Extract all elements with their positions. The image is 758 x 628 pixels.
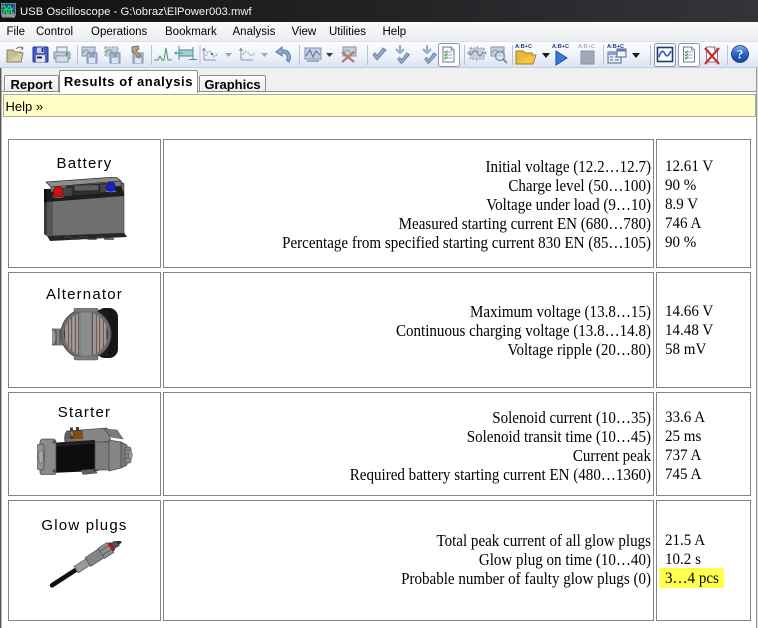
svg-text:?: ? [737,47,744,62]
svg-text:A:B+C: A:B+C [578,44,595,50]
